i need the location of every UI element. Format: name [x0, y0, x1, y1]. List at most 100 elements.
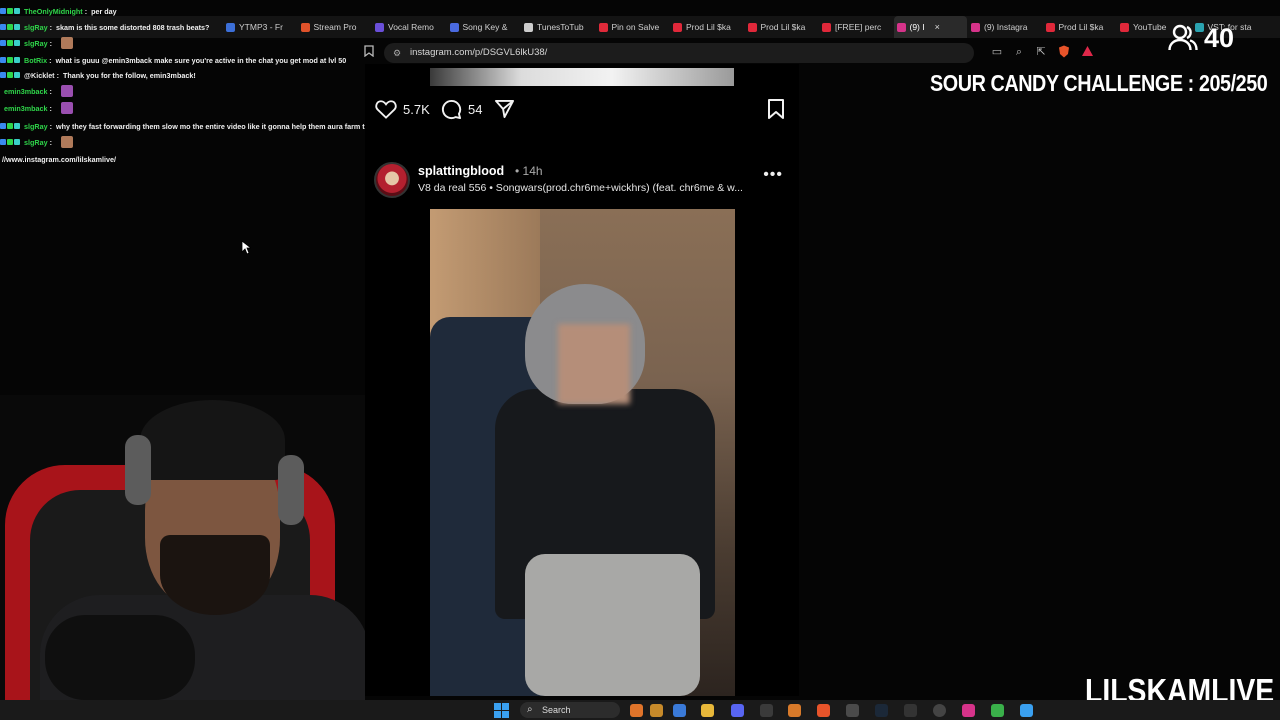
browser-tab[interactable]: Prod Lil $ka	[745, 16, 819, 38]
chat-message: slgRay: skam is this some distorted 808 t…	[0, 20, 209, 34]
tab-favicon-icon	[896, 22, 906, 32]
tab-favicon-icon	[1045, 22, 1055, 32]
picture-in-picture-icon[interactable]: ▭	[990, 45, 1004, 59]
chat-badges-icon	[0, 57, 20, 63]
chat-username[interactable]: BotRix	[24, 56, 47, 65]
share-icon[interactable]: ⇱	[1034, 45, 1048, 59]
tab-favicon-icon	[598, 22, 608, 32]
browser-tab[interactable]: Pin on Salve	[596, 16, 670, 38]
chat-text: //www.instagram.com/lilskamlive/	[2, 154, 116, 164]
comment-icon	[441, 99, 462, 119]
tab-label: Song Key &	[462, 22, 508, 32]
comment-count: 54	[468, 101, 483, 117]
post-username[interactable]: splattingblood	[418, 164, 504, 178]
chat-username[interactable]: slgRay	[24, 23, 48, 32]
instagram-icon[interactable]	[962, 704, 975, 717]
chat-badges-icon	[0, 24, 20, 30]
save-button[interactable]	[767, 98, 785, 120]
browser-tab[interactable]: TunesToTub	[521, 16, 595, 38]
browser-tab[interactable]: (9) Instagra	[968, 16, 1042, 38]
chat-emote-icon	[60, 102, 73, 114]
chat-username[interactable]: slgRay	[24, 122, 48, 131]
widgets-icon[interactable]	[630, 704, 643, 717]
brave-shield-icon[interactable]	[1057, 45, 1071, 59]
mouse-cursor-icon	[241, 240, 251, 255]
browser-tab[interactable]: [FREE] perc	[819, 16, 893, 38]
discord-icon[interactable]	[731, 704, 744, 717]
more-options-icon[interactable]: •••	[763, 166, 783, 184]
zoom-icon[interactable]: ⌕	[1012, 45, 1026, 59]
site-info-icon[interactable]: ⚙	[393, 43, 401, 63]
chat-username[interactable]: slgRay	[24, 39, 48, 48]
chat-emote-icon	[60, 37, 73, 49]
fl-studio-icon[interactable]	[788, 704, 801, 717]
chat-username[interactable]: slgRay	[24, 138, 48, 147]
rewards-icon[interactable]	[1080, 45, 1094, 59]
chat-message: //www.instagram.com/lilskamlive/	[0, 152, 116, 166]
viewer-counter: 40	[1168, 20, 1234, 56]
tab-label: Pin on Salve	[611, 22, 660, 32]
taskbar-search[interactable]: ⌕ Search	[520, 702, 620, 718]
video-person-pants	[525, 554, 700, 696]
chat-username[interactable]: emin3mback	[4, 104, 48, 113]
brave-icon[interactable]	[817, 704, 830, 717]
tab-favicon-icon	[375, 22, 384, 32]
chat-badges-icon	[0, 72, 20, 78]
windows-start-icon[interactable]	[494, 703, 509, 718]
chat-text: why they fast forwarding them slow mo th…	[55, 121, 374, 131]
chat-message: BotRix: what is guuu @emin3mback make sur…	[0, 53, 346, 67]
browser-tab[interactable]: Prod Lil $ka	[1043, 16, 1117, 38]
app-icon-2[interactable]	[846, 704, 859, 717]
file-explorer-icon[interactable]	[701, 704, 714, 717]
chat-message: emin3mback:	[0, 101, 73, 115]
url-field[interactable]: ⚙ instagram.com/p/DSGVL6lkU38/	[384, 43, 974, 63]
streamer-webcam	[0, 395, 365, 700]
headset-left	[125, 435, 151, 505]
tab-label: Prod Lil $ka	[760, 22, 806, 32]
tab-favicon-icon	[449, 22, 459, 32]
avatar[interactable]	[374, 162, 410, 198]
browser-tab[interactable]: Prod Lil $ka	[670, 16, 744, 38]
viewer-count: 40	[1204, 22, 1235, 53]
bookmark-icon[interactable]	[362, 45, 376, 59]
copilot-icon[interactable]	[673, 704, 686, 717]
notepad-icon[interactable]	[1020, 704, 1033, 717]
app-icon-1[interactable]	[650, 704, 663, 717]
chat-username[interactable]: TheOnlyMidnight	[24, 7, 83, 16]
tab-label: [FREE] perc	[835, 22, 882, 32]
browser-tab[interactable]: (9) I ×	[893, 16, 967, 38]
browser-tab[interactable]: Vocal Remo	[372, 16, 446, 38]
post-video[interactable]	[430, 209, 735, 696]
chat-emote-icon	[60, 85, 73, 97]
tab-close-icon[interactable]: ×	[935, 22, 940, 32]
tab-label: Prod Lil $ka	[1058, 22, 1104, 32]
chat-text: skam is this some distorted 808 trash be…	[55, 22, 210, 32]
post-audio-info[interactable]: V8 da real 556 • Songwars(prod.chr6me+wi…	[418, 182, 743, 194]
tab-label: Stream Pro	[313, 22, 357, 32]
tab-label: (9) Instagra	[984, 22, 1028, 32]
challenge-overlay: SOUR CANDY CHALLENGE : 205/250	[930, 70, 1268, 96]
address-bar: ⚙ instagram.com/p/DSGVL6lkU38/ ▭ ⌕ ⇱	[360, 42, 1105, 64]
browser-tab[interactable]: Song Key &	[447, 16, 521, 38]
chat-text: per day	[91, 6, 117, 16]
browser-tab[interactable]: YTMP3 - Fr	[223, 16, 297, 38]
tab-label: TunesToTub	[537, 22, 584, 32]
steam-icon[interactable]	[875, 704, 888, 717]
chat-message: TheOnlyMidnight: per day	[0, 4, 117, 18]
chat-username[interactable]: @Kicklet	[24, 71, 55, 80]
like-button[interactable]: 5.7K	[375, 98, 430, 120]
browser-tab[interactable]: Stream Pro	[298, 16, 372, 38]
chat-message: emin3mback:	[0, 84, 73, 98]
heart-icon	[375, 100, 397, 119]
app-icon-4k[interactable]	[933, 704, 946, 717]
share-button[interactable]	[494, 98, 515, 120]
app-icon-5[interactable]	[991, 704, 1004, 717]
chat-username[interactable]: emin3mback	[4, 87, 48, 96]
chat-text: what is guuu @emin3mback make sure you'r…	[55, 55, 347, 65]
chat-badges-icon	[0, 40, 20, 46]
tab-favicon-icon	[822, 22, 831, 32]
app-icon-3[interactable]	[904, 704, 917, 717]
calculator-icon[interactable]	[760, 704, 773, 717]
previous-post-media	[430, 68, 734, 86]
comment-button[interactable]: 54	[441, 98, 482, 120]
